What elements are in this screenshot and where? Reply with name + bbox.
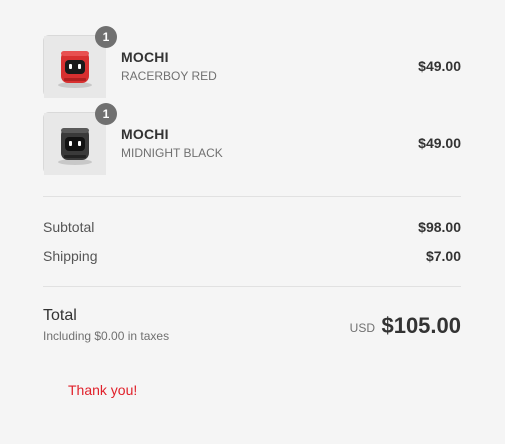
total-label: Total [43,307,77,324]
subtotal-row: Subtotal $98.00 [43,219,461,239]
black-robot-icon [44,113,106,175]
product-variant: MIDNIGHT BLACK [121,146,223,160]
subtotal-value: $98.00 [418,219,461,235]
product-thumbnail [43,35,106,98]
product-price: $49.00 [418,135,461,151]
red-robot-icon [44,36,106,98]
grand-total: $105.00 [381,313,461,338]
quantity-badge: 1 [95,103,117,125]
divider [43,286,461,287]
product-name: MOCHI [121,126,169,142]
quantity-badge: 1 [95,26,117,48]
shipping-label: Shipping [43,248,98,264]
subtotal-label: Subtotal [43,219,95,235]
currency-code: USD [349,321,375,335]
product-variant: RACERBOY RED [121,69,217,83]
shipping-row: Shipping $7.00 [43,248,461,268]
line-item: 1 MOCHI RACERBOY RED $49.00 [43,26,461,99]
product-thumbnail [43,112,106,175]
thank-you-message: Thank you! [68,382,138,398]
product-price: $49.00 [418,58,461,74]
shipping-value: $7.00 [425,248,461,264]
product-name: MOCHI [121,49,169,65]
tax-note: Including $0.00 in taxes [43,329,170,343]
divider [43,196,461,197]
line-item: 1 MOCHI MIDNIGHT BLACK $49.00 [43,103,461,176]
